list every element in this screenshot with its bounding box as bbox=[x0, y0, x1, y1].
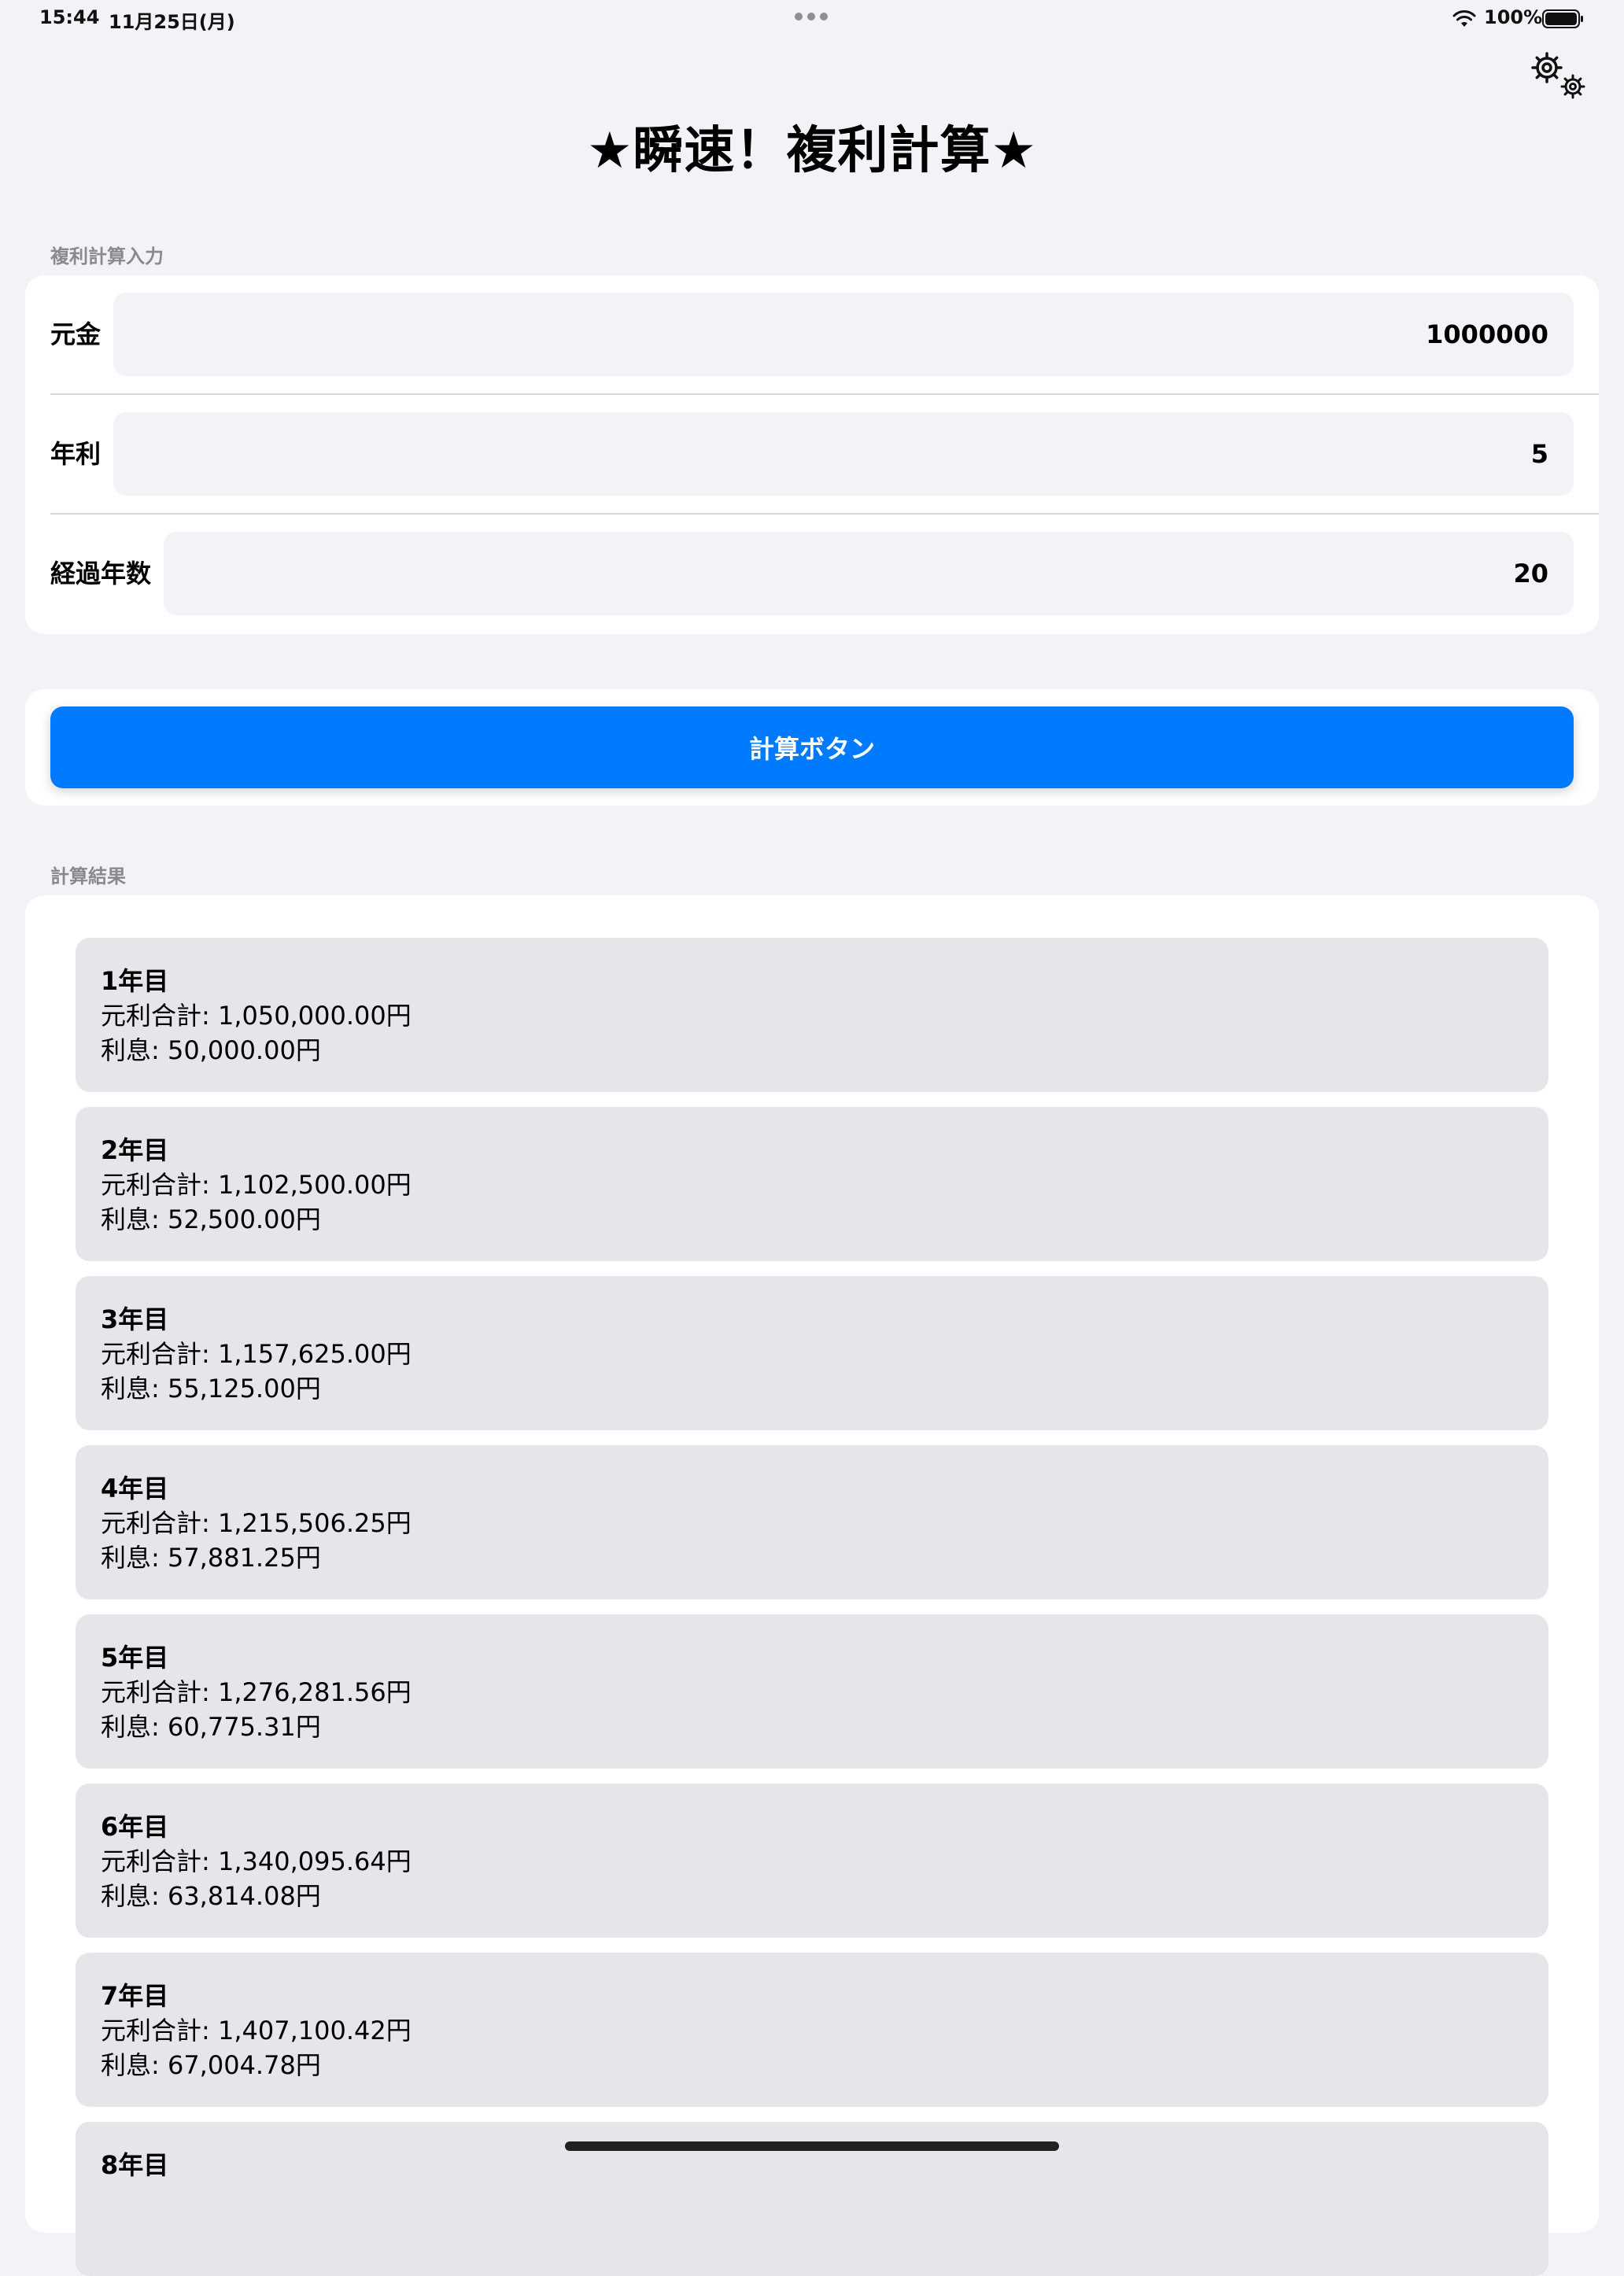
calculate-button[interactable]: 計算ボタン bbox=[50, 706, 1574, 788]
result-item: 6年目 元利合計: 1,340,095.64円 利息: 63,814.08円 bbox=[76, 1784, 1548, 1938]
result-interest: 利息: 55,125.00円 bbox=[101, 1374, 321, 1404]
result-total: 元利合計: 1,215,506.25円 bbox=[101, 1508, 412, 1538]
result-interest: 利息: 50,000.00円 bbox=[101, 1035, 321, 1065]
home-indicator[interactable] bbox=[565, 2141, 1059, 2151]
annual-rate-input[interactable] bbox=[113, 412, 1574, 496]
result-total: 元利合計: 1,276,281.56円 bbox=[101, 1677, 412, 1707]
result-year: 5年目 bbox=[101, 1643, 169, 1673]
result-interest: 利息: 67,004.78円 bbox=[101, 2050, 321, 2080]
multitasking-dots-icon[interactable] bbox=[795, 13, 828, 20]
result-interest: 利息: 57,881.25円 bbox=[101, 1543, 321, 1573]
input-card: 元金 年利 経過年数 bbox=[25, 275, 1599, 634]
settings-button[interactable] bbox=[1530, 50, 1593, 105]
input-section-header: 複利計算入力 bbox=[50, 245, 164, 267]
result-year: 4年目 bbox=[101, 1474, 169, 1503]
principal-label: 元金 bbox=[50, 319, 102, 349]
status-bar: 15:44 11月25日(月) 100% bbox=[0, 0, 1624, 38]
years-row: 経過年数 bbox=[25, 515, 1599, 634]
status-time: 15:44 bbox=[39, 6, 100, 28]
result-item: 2年目 元利合計: 1,102,500.00円 利息: 52,500.00円 bbox=[76, 1107, 1548, 1261]
result-year: 1年目 bbox=[101, 966, 169, 996]
result-interest: 利息: 52,500.00円 bbox=[101, 1204, 321, 1234]
annual-rate-label: 年利 bbox=[50, 439, 102, 469]
result-year: 2年目 bbox=[101, 1135, 169, 1165]
result-item: 4年目 元利合計: 1,215,506.25円 利息: 57,881.25円 bbox=[76, 1445, 1548, 1599]
result-total: 元利合計: 1,102,500.00円 bbox=[101, 1170, 412, 1200]
result-item: 3年目 元利合計: 1,157,625.00円 利息: 55,125.00円 bbox=[76, 1276, 1548, 1430]
battery-icon bbox=[1542, 9, 1583, 28]
result-interest: 利息: 60,775.31円 bbox=[101, 1712, 321, 1742]
result-item: 5年目 元利合計: 1,276,281.56円 利息: 60,775.31円 bbox=[76, 1614, 1548, 1769]
result-interest: 利息: 63,814.08円 bbox=[101, 1881, 321, 1911]
results-card: 1年目 元利合計: 1,050,000.00円 利息: 50,000.00円 2… bbox=[25, 895, 1599, 2276]
result-total: 元利合計: 1,050,000.00円 bbox=[101, 1001, 412, 1031]
result-year: 7年目 bbox=[101, 1981, 169, 2011]
result-year: 6年目 bbox=[101, 1812, 169, 1842]
principal-input[interactable] bbox=[113, 293, 1574, 376]
result-year: 8年目 bbox=[101, 2150, 169, 2180]
years-input[interactable] bbox=[164, 532, 1574, 615]
annual-rate-row: 年利 bbox=[25, 395, 1599, 515]
result-total: 元利合計: 1,157,625.00円 bbox=[101, 1339, 412, 1369]
principal-row: 元金 bbox=[25, 275, 1599, 395]
result-year: 3年目 bbox=[101, 1304, 169, 1334]
result-item: 1年目 元利合計: 1,050,000.00円 利息: 50,000.00円 bbox=[76, 938, 1548, 1092]
status-date: 11月25日(月) bbox=[109, 11, 235, 33]
result-total: 元利合計: 1,340,095.64円 bbox=[101, 1846, 412, 1876]
results-section-header: 計算結果 bbox=[50, 865, 126, 887]
page-title: ★瞬速！複利計算★ bbox=[587, 122, 1037, 180]
calculate-button-card: 計算ボタン bbox=[25, 689, 1599, 806]
result-total: 元利合計: 1,407,100.42円 bbox=[101, 2016, 412, 2045]
battery-percentage: 100% bbox=[1484, 6, 1543, 28]
years-label: 経過年数 bbox=[50, 559, 152, 588]
gear-icon bbox=[1531, 52, 1585, 99]
wifi-icon bbox=[1452, 10, 1476, 27]
result-item: 7年目 元利合計: 1,407,100.42円 利息: 67,004.78円 bbox=[76, 1953, 1548, 2107]
